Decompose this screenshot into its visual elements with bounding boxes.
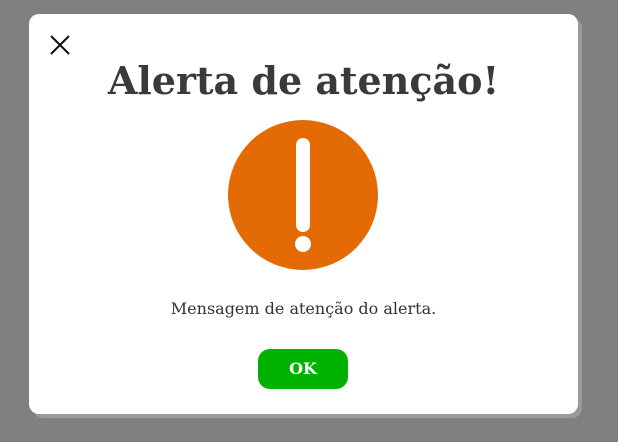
- ok-button[interactable]: OK: [258, 349, 348, 389]
- exclamation-icon: [228, 120, 378, 270]
- dialog-title: Alerta de atenção!: [107, 58, 500, 103]
- close-icon: [48, 33, 72, 57]
- close-button[interactable]: [48, 33, 72, 57]
- alert-dialog: Alerta de atenção! Mensagem de atenção d…: [29, 14, 578, 414]
- dialog-message: Mensagem de atenção do alerta.: [170, 299, 437, 318]
